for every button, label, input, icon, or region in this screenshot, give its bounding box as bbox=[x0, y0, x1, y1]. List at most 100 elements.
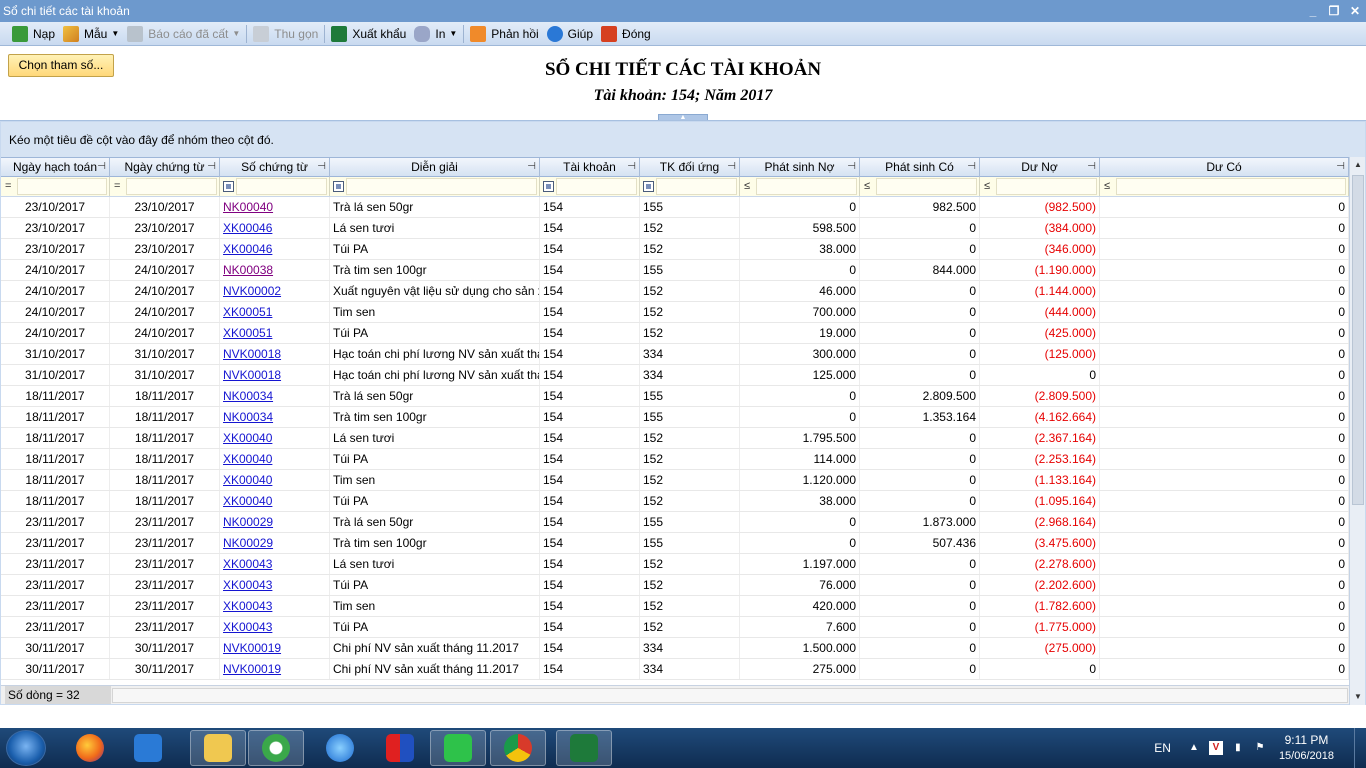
giup-button[interactable]: Giúp bbox=[543, 23, 597, 45]
filter-input[interactable] bbox=[656, 178, 737, 195]
filter-input[interactable] bbox=[17, 178, 107, 195]
taskbar-coccoc[interactable] bbox=[248, 730, 304, 766]
taskbar-excel[interactable] bbox=[556, 730, 612, 766]
table-row[interactable]: 18/11/2017 18/11/2017 XK00040 Túi PA 154 152 1… bbox=[1, 449, 1349, 470]
filter-checkbox-icon[interactable] bbox=[643, 181, 654, 192]
cell-so-chung-tu[interactable]: NVK00018 bbox=[220, 365, 330, 385]
cell-so-chung-tu[interactable]: NK00034 bbox=[220, 407, 330, 427]
show-hidden-icons-icon[interactable]: ▲ bbox=[1187, 741, 1201, 755]
mau-button[interactable]: Mẫu ▼ bbox=[59, 23, 123, 45]
filter-cell-ngay-hach-toan[interactable]: = bbox=[1, 177, 110, 196]
table-row[interactable]: 23/10/2017 23/10/2017 NK00040 Trà lá sen 50… bbox=[1, 197, 1349, 218]
cell-so-chung-tu[interactable]: XK00046 bbox=[220, 239, 330, 259]
filter-cell-tk-doi-ung[interactable] bbox=[640, 177, 740, 196]
cell-so-chung-tu[interactable]: NVK00002 bbox=[220, 281, 330, 301]
pin-icon[interactable]: ⊣ bbox=[317, 158, 326, 176]
pin-icon[interactable]: ⊣ bbox=[847, 158, 856, 176]
column-header-dien-giai[interactable]: Diễn giải ⊣ bbox=[330, 158, 540, 177]
table-row[interactable]: 24/10/2017 24/10/2017 XK00051 Túi PA 154 152 1… bbox=[1, 323, 1349, 344]
table-row[interactable]: 18/11/2017 18/11/2017 XK00040 Tim sen 154 152… bbox=[1, 470, 1349, 491]
filter-cell-ngay-chung-tu[interactable]: = bbox=[110, 177, 220, 196]
filter-checkbox-icon[interactable] bbox=[223, 181, 234, 192]
table-row[interactable]: 30/11/2017 30/11/2017 NVK00019 Chi phí NV s… bbox=[1, 659, 1349, 680]
show-desktop-button[interactable] bbox=[1354, 728, 1366, 768]
filter-checkbox-icon[interactable] bbox=[333, 181, 344, 192]
cell-so-chung-tu[interactable]: XK00040 bbox=[220, 491, 330, 511]
pin-icon[interactable]: ⊣ bbox=[967, 158, 976, 176]
column-header-so-chung-tu[interactable]: Số chứng từ ⊣ bbox=[220, 158, 330, 177]
table-row[interactable]: 31/10/2017 31/10/2017 NVK00018 Hạc toán chi… bbox=[1, 344, 1349, 365]
filter-input[interactable] bbox=[756, 178, 857, 195]
cell-so-chung-tu[interactable]: XK00040 bbox=[220, 449, 330, 469]
filter-operator[interactable]: ≤ bbox=[864, 180, 870, 192]
table-row[interactable]: 23/10/2017 23/10/2017 XK00046 Túi PA 154 152 3… bbox=[1, 239, 1349, 260]
table-row[interactable]: 23/11/2017 23/11/2017 XK00043 Lá sen tươi 15… bbox=[1, 554, 1349, 575]
filter-cell-phat-sinh-co[interactable]: ≤ bbox=[860, 177, 980, 196]
start-button[interactable] bbox=[6, 730, 46, 766]
pin-icon[interactable]: ⊣ bbox=[207, 158, 216, 176]
pin-icon[interactable]: ⊣ bbox=[727, 158, 736, 176]
pin-icon[interactable]: ⊣ bbox=[527, 158, 536, 176]
filter-input[interactable] bbox=[996, 178, 1097, 195]
phan-hoi-button[interactable]: Phản hồi bbox=[466, 23, 542, 45]
pin-icon[interactable]: ⊣ bbox=[1087, 158, 1096, 176]
dong-button[interactable]: Đóng bbox=[597, 23, 655, 45]
cell-so-chung-tu[interactable]: NVK00018 bbox=[220, 344, 330, 364]
table-row[interactable]: 18/11/2017 18/11/2017 NK00034 Trà lá sen 50… bbox=[1, 386, 1349, 407]
table-row[interactable]: 23/11/2017 23/11/2017 NK00029 Trà lá sen 50… bbox=[1, 512, 1349, 533]
cell-so-chung-tu[interactable]: NK00040 bbox=[220, 197, 330, 217]
pin-icon[interactable]: ⊣ bbox=[1336, 158, 1345, 176]
filter-checkbox-icon[interactable] bbox=[543, 181, 554, 192]
cell-so-chung-tu[interactable]: XK00043 bbox=[220, 575, 330, 595]
column-header-tk-doi-ung[interactable]: TK đối ứng ⊣ bbox=[640, 158, 740, 177]
table-row[interactable]: 18/11/2017 18/11/2017 XK00040 Túi PA 154 152 3… bbox=[1, 491, 1349, 512]
thu-gon-button[interactable]: Thu gọn bbox=[249, 23, 322, 45]
cell-so-chung-tu[interactable]: XK00046 bbox=[220, 218, 330, 238]
filter-cell-phat-sinh-no[interactable]: ≤ bbox=[740, 177, 860, 196]
cell-so-chung-tu[interactable]: NK00029 bbox=[220, 533, 330, 553]
table-row[interactable]: 23/10/2017 23/10/2017 XK00046 Lá sen tươi 15… bbox=[1, 218, 1349, 239]
taskbar-ie[interactable] bbox=[312, 730, 368, 766]
filter-operator[interactable]: = bbox=[5, 180, 11, 192]
scroll-down-icon[interactable]: ▼ bbox=[1350, 689, 1366, 705]
filter-cell-so-chung-tu[interactable] bbox=[220, 177, 330, 196]
column-header-tai-khoan[interactable]: Tài khoản ⊣ bbox=[540, 158, 640, 177]
filter-input[interactable] bbox=[1116, 178, 1346, 195]
action-center-icon[interactable]: ⚑ bbox=[1253, 741, 1267, 755]
restore-icon[interactable]: ❐ bbox=[1327, 4, 1341, 18]
cell-so-chung-tu[interactable]: XK00043 bbox=[220, 554, 330, 574]
scroll-up-icon[interactable]: ▲ bbox=[1350, 157, 1366, 173]
pin-icon[interactable]: ⊣ bbox=[97, 158, 106, 176]
filter-input[interactable] bbox=[876, 178, 977, 195]
cell-so-chung-tu[interactable]: NVK00019 bbox=[220, 638, 330, 658]
cell-so-chung-tu[interactable]: NK00038 bbox=[220, 260, 330, 280]
scroll-thumb[interactable] bbox=[1352, 175, 1364, 505]
table-row[interactable]: 31/10/2017 31/10/2017 NVK00018 Hạc toán chi… bbox=[1, 365, 1349, 386]
taskbar-media-player[interactable] bbox=[120, 730, 176, 766]
table-row[interactable]: 24/10/2017 24/10/2017 NK00038 Trà tim sen 1… bbox=[1, 260, 1349, 281]
taskbar-file-explorer[interactable] bbox=[190, 730, 246, 766]
table-row[interactable]: 24/10/2017 24/10/2017 NVK00002 Xuất nguyên … bbox=[1, 281, 1349, 302]
column-header-du-no[interactable]: Dư Nợ ⊣ bbox=[980, 158, 1100, 177]
taskbar-line[interactable] bbox=[430, 730, 486, 766]
column-header-phat-sinh-no[interactable]: Phát sinh Nợ ⊣ bbox=[740, 158, 860, 177]
table-row[interactable]: 18/11/2017 18/11/2017 XK00040 Lá sen tươi 15… bbox=[1, 428, 1349, 449]
cell-so-chung-tu[interactable]: NVK00019 bbox=[220, 659, 330, 679]
cell-so-chung-tu[interactable]: XK00051 bbox=[220, 302, 330, 322]
cell-so-chung-tu[interactable]: XK00040 bbox=[220, 470, 330, 490]
table-row[interactable]: 24/10/2017 24/10/2017 XK00051 Tim sen 154 152… bbox=[1, 302, 1349, 323]
filter-input[interactable] bbox=[556, 178, 637, 195]
table-row[interactable]: 30/11/2017 30/11/2017 NVK00019 Chi phí NV s… bbox=[1, 638, 1349, 659]
column-header-ngay-hach-toan[interactable]: Ngày hạch toán ⊣ bbox=[1, 158, 110, 177]
filter-operator[interactable]: ≤ bbox=[744, 180, 750, 192]
table-row[interactable]: 18/11/2017 18/11/2017 NK00034 Trà tim sen 1… bbox=[1, 407, 1349, 428]
filter-operator[interactable]: ≤ bbox=[1104, 180, 1110, 192]
close-icon[interactable]: ✕ bbox=[1348, 4, 1362, 18]
cell-so-chung-tu[interactable]: XK00043 bbox=[220, 596, 330, 616]
group-by-panel[interactable]: Kéo một tiêu đề cột vào đây để nhóm theo… bbox=[1, 122, 1365, 157]
cell-so-chung-tu[interactable]: XK00040 bbox=[220, 428, 330, 448]
column-header-du-co[interactable]: Dư Có ⊣ bbox=[1100, 158, 1349, 177]
filter-input[interactable] bbox=[126, 178, 217, 195]
filter-operator[interactable]: = bbox=[114, 180, 120, 192]
xuat-khau-button[interactable]: Xuất khẩu bbox=[327, 23, 410, 45]
